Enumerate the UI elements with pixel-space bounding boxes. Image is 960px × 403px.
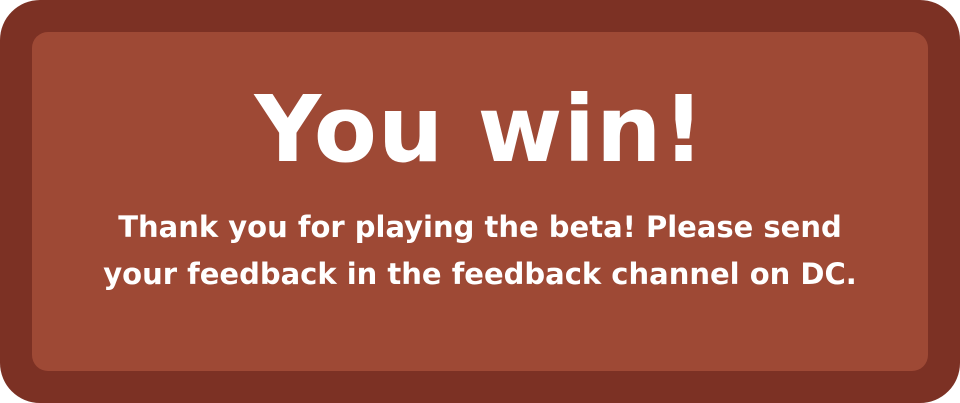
win-message-line-1: Thank you for playing the beta! Please s… bbox=[118, 210, 842, 244]
win-message-line-2: your feedback in the feedback channel on… bbox=[103, 257, 857, 291]
win-message: Thank you for playing the beta! Please s… bbox=[60, 204, 900, 298]
win-title: You win! bbox=[254, 76, 706, 183]
win-dialog: You win! Thank you for playing the beta!… bbox=[0, 0, 960, 403]
